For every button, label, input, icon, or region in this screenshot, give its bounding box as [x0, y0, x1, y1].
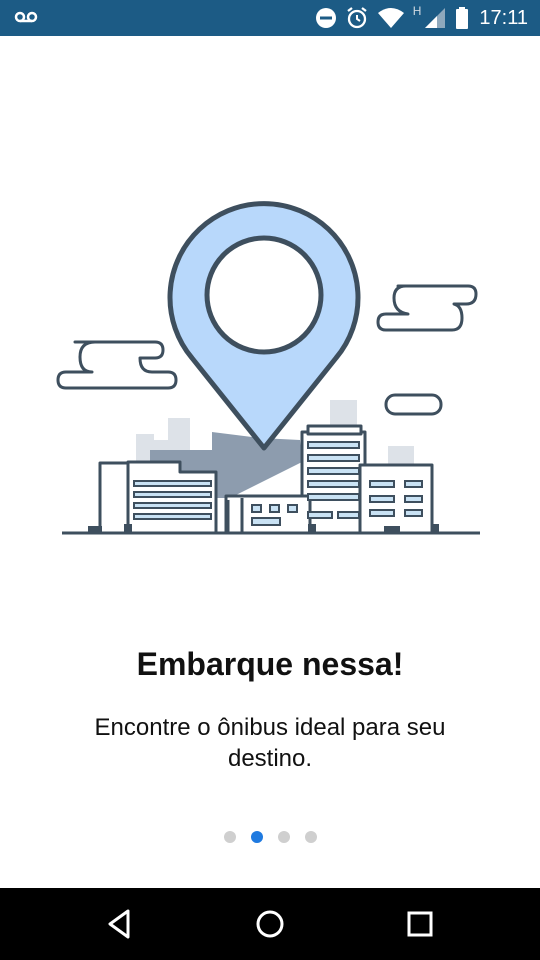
- recents-icon[interactable]: [402, 906, 438, 942]
- wifi-icon: [377, 8, 404, 28]
- network-type-label: H: [412, 4, 422, 18]
- status-time: 17:11: [479, 6, 528, 29]
- map-pin-city-illustration: [56, 201, 480, 535]
- onboarding-page: Embarque nessa! Encontre o ônibus ideal …: [0, 36, 540, 888]
- page-indicator-dot[interactable]: [223, 831, 236, 843]
- page-indicator-dot[interactable]: [277, 831, 290, 843]
- onboarding-title: Embarque nessa!: [136, 646, 404, 682]
- page-indicator-dot-active[interactable]: [250, 831, 263, 843]
- page-indicator-dot[interactable]: [304, 831, 317, 843]
- do-not-disturb-icon: [315, 8, 336, 28]
- home-icon[interactable]: [252, 906, 288, 942]
- onboarding-subtitle: Encontre o ônibus ideal para seu destino…: [94, 714, 446, 772]
- voicemail-icon: [14, 11, 38, 23]
- alarm-icon: [347, 7, 367, 29]
- navigation-bar: [0, 888, 540, 960]
- page-indicator: [0, 830, 540, 844]
- status-bar: H 17:11: [0, 0, 540, 36]
- battery-icon: [456, 7, 469, 29]
- back-icon[interactable]: [102, 906, 138, 942]
- cellular-signal-icon: [425, 8, 446, 28]
